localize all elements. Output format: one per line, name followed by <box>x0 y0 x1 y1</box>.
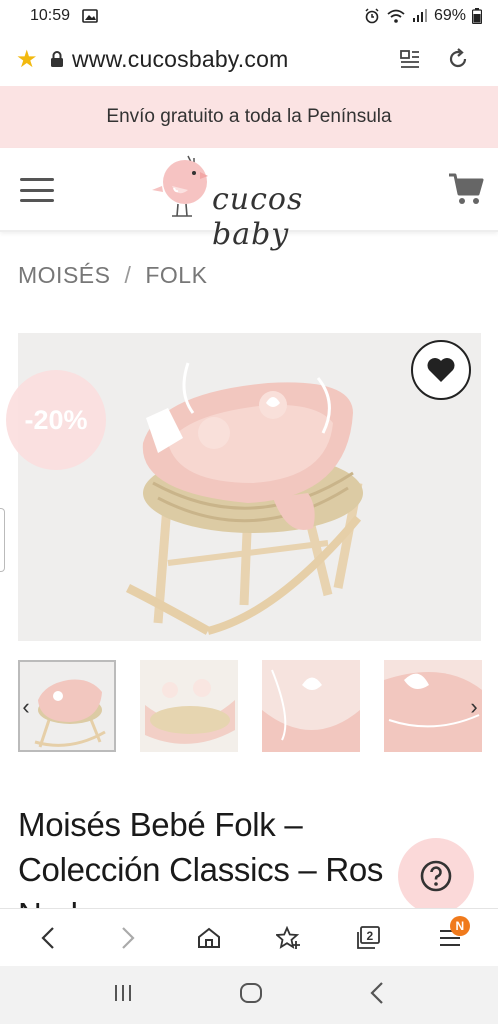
cart-icon[interactable] <box>448 172 484 206</box>
side-feedback-tab[interactable] <box>0 508 5 572</box>
product-title-line-1: Moisés Bebé Folk – <box>18 806 303 843</box>
thumbnail-carousel: ‹ › <box>16 660 484 752</box>
signal-icon <box>412 9 427 22</box>
breadcrumb-item-moises[interactable]: MOISÉS <box>18 262 110 289</box>
forward-icon[interactable] <box>98 914 158 962</box>
menu-icon[interactable]: N <box>420 914 480 962</box>
url-text[interactable]: www.cucosbaby.com <box>72 46 386 73</box>
hamburger-icon[interactable] <box>20 178 54 202</box>
menu-badge: N <box>449 915 470 936</box>
discount-text: -20% <box>24 404 88 435</box>
heart-icon <box>427 358 455 382</box>
battery-icon <box>472 8 482 24</box>
site-header: cucos baby <box>0 148 498 252</box>
breadcrumb: MOISÉS / FOLK <box>18 262 207 289</box>
chevron-right-icon[interactable]: › <box>464 694 484 720</box>
back-icon[interactable] <box>18 914 78 962</box>
site-logo[interactable]: cucos baby <box>150 152 360 252</box>
home-circle-icon[interactable] <box>239 982 263 1009</box>
image-icon <box>82 9 98 23</box>
reader-mode-icon[interactable] <box>386 49 434 69</box>
star-icon[interactable]: ★ <box>16 45 50 74</box>
breadcrumb-separator: / <box>124 262 132 288</box>
tabs-count: 2 <box>366 928 374 943</box>
status-time: 10:59 <box>30 7 71 24</box>
browser-bottom-toolbar: 2 N <box>0 908 498 966</box>
logo-text: cucos baby <box>212 182 304 252</box>
wifi-icon <box>387 9 405 23</box>
help-button[interactable] <box>398 838 474 914</box>
alarm-icon <box>365 8 379 24</box>
battery-percent: 69% <box>433 7 466 24</box>
lock-icon <box>50 51 72 67</box>
home-icon[interactable] <box>179 914 239 962</box>
thumbnail-2[interactable] <box>140 660 238 752</box>
recents-icon[interactable] <box>113 983 133 1008</box>
tabs-icon[interactable]: 2 <box>339 914 399 962</box>
bird-logo-icon <box>152 155 208 217</box>
browser-address-bar[interactable]: ★ www.cucosbaby.com <box>0 32 498 86</box>
breadcrumb-item-folk[interactable]: FOLK <box>145 262 207 289</box>
wishlist-button[interactable] <box>411 340 471 400</box>
question-icon <box>420 860 452 892</box>
bookmark-add-icon[interactable] <box>259 914 319 962</box>
system-back-icon[interactable] <box>369 981 385 1010</box>
reload-icon[interactable] <box>434 47 482 71</box>
chevron-left-icon[interactable]: ‹ <box>16 694 36 720</box>
discount-badge: -20% <box>6 370 106 470</box>
thumbnail-3[interactable] <box>262 660 360 752</box>
system-navigation-bar <box>0 966 498 1024</box>
promo-banner: Envío gratuito a toda la Península <box>0 86 498 148</box>
status-bar: 10:59 69% <box>0 0 498 32</box>
promo-text: Envío gratuito a toda la Península <box>106 106 392 127</box>
